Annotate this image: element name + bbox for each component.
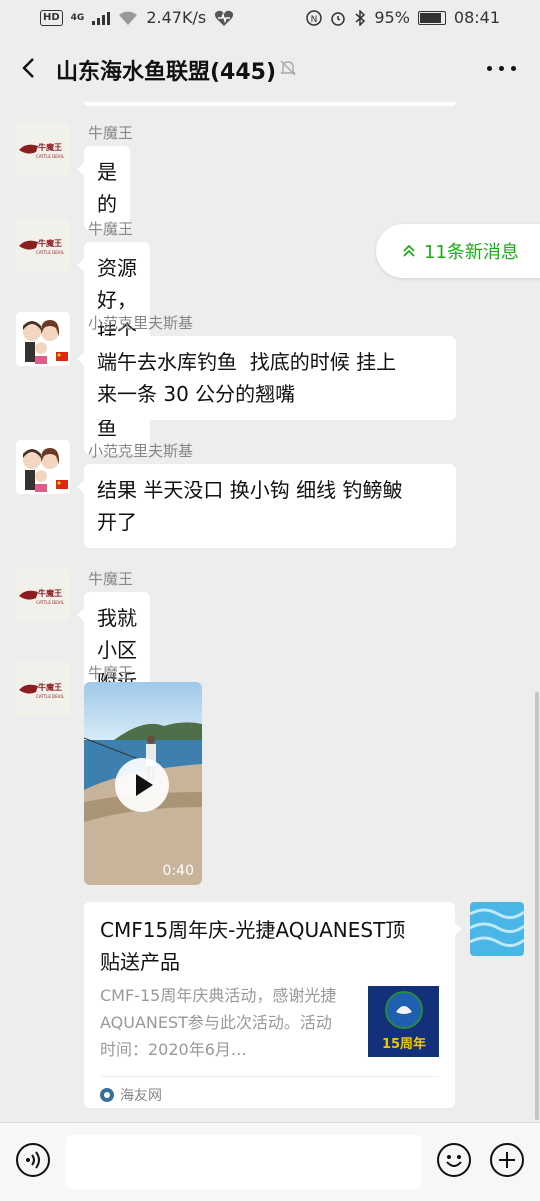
status-bar: HD 4G 2.47K/s N 95% 08:41 — [0, 0, 540, 36]
svg-text:15周年: 15周年 — [382, 1036, 426, 1052]
play-icon[interactable] — [115, 758, 169, 812]
plus-icon[interactable] — [490, 1143, 524, 1177]
link-card-title: CMF15周年庆-光捷AQUANEST顶 贴送产品 — [100, 918, 406, 974]
svg-text:牛魔王: 牛魔王 — [38, 588, 62, 598]
sender-name: 牛魔王 — [88, 664, 134, 682]
cattle-devil-logo: 牛魔王 CATTLE DEVIL — [19, 238, 65, 255]
battery-percent: 95% — [374, 8, 410, 27]
nfc-icon: N — [306, 9, 323, 26]
voice-icon[interactable] — [16, 1143, 50, 1177]
network-speed: 2.47K/s — [146, 8, 207, 27]
sender-name: 牛魔王 — [88, 220, 134, 238]
chat-messages[interactable]: 牛魔王 CATTLE DEVIL 牛魔王 是的 牛魔王 CATTLE DEVIL… — [0, 102, 540, 1120]
plus-sign-icon — [499, 1152, 515, 1168]
svg-text:牛魔王: 牛魔王 — [38, 238, 62, 248]
chat-title: 山东海水鱼联盟(445) — [56, 60, 277, 85]
cattle-devil-logo: 牛魔王 CATTLE DEVIL — [19, 588, 65, 605]
smiley-icon — [446, 1155, 462, 1167]
input-bar — [0, 1122, 540, 1201]
new-messages-button[interactable]: 11条新消息 — [376, 224, 540, 278]
sender-name: 牛魔王 — [88, 570, 134, 588]
svg-text:CATTLE DEVIL: CATTLE DEVIL — [36, 694, 65, 699]
sender-name: 牛魔王 — [88, 124, 134, 142]
message-bubble[interactable]: 结果 半天没口 换小钩 细线 钓鳑鲏 开了 — [77, 464, 456, 548]
network-type: 4G — [70, 12, 85, 23]
avatar[interactable]: 牛魔王 CATTLE DEVIL — [16, 218, 70, 272]
emoji-icon[interactable] — [437, 1143, 471, 1177]
clock: 08:41 — [453, 8, 500, 27]
svg-text:CATTLE DEVIL: CATTLE DEVIL — [36, 250, 65, 255]
avatar[interactable]: 牛魔王 CATTLE DEVIL — [16, 122, 70, 176]
alarm-icon — [331, 11, 346, 26]
bluetooth-icon — [355, 9, 366, 26]
link-card-source: 海友网 — [100, 1076, 439, 1105]
hd-badge: HD — [40, 9, 63, 26]
avatar[interactable]: 牛魔王 CATTLE DEVIL — [16, 568, 70, 622]
health-icon — [215, 10, 234, 26]
more-options-button[interactable] — [487, 66, 516, 71]
couple-cartoon-avatar — [23, 320, 68, 364]
avatar[interactable] — [16, 312, 70, 366]
cattle-devil-logo: 牛魔王 CATTLE DEVIL — [19, 682, 65, 699]
video-message[interactable]: 0:40 — [84, 682, 202, 885]
svg-text:CATTLE DEVIL: CATTLE DEVIL — [36, 154, 65, 159]
svg-text:牛魔王: 牛魔王 — [38, 682, 62, 692]
link-card-description: CMF-15周年庆典活动，感谢光捷AQUANEST参与此次活动。活动时间：202… — [100, 986, 337, 1059]
back-arrow-icon[interactable] — [18, 56, 42, 80]
avatar[interactable] — [16, 440, 70, 494]
video-duration: 0:40 — [162, 863, 194, 879]
message-input[interactable] — [66, 1135, 421, 1189]
cattle-devil-logo: 牛魔王 CATTLE DEVIL — [19, 142, 65, 159]
sender-name: 小范克里夫斯基 — [88, 442, 194, 460]
self-avatar[interactable] — [470, 902, 524, 956]
link-card-thumbnail: 15周年 — [368, 986, 439, 1057]
svg-text:N: N — [311, 15, 318, 25]
sender-name: 小范克里夫斯基 — [88, 314, 194, 332]
link-card[interactable]: CMF15周年庆-光捷AQUANEST顶 贴送产品 CMF-15周年庆典活动，感… — [84, 902, 462, 1108]
scrollbar[interactable] — [535, 692, 539, 1120]
couple-cartoon-avatar — [23, 448, 68, 492]
wifi-icon — [119, 11, 138, 25]
source-logo-icon — [100, 1088, 114, 1102]
message-bubble[interactable]: 端午去水库钓鱼 找底的时候 挂上 来一条 30 公分的翘嘴 — [77, 336, 456, 420]
link-card-source-name: 海友网 — [120, 1088, 162, 1104]
new-messages-label: 11条新消息 — [424, 242, 519, 263]
battery-icon — [417, 10, 446, 25]
avatar[interactable]: 牛魔王 CATTLE DEVIL — [16, 662, 70, 716]
voice-waves-icon — [26, 1151, 40, 1169]
chat-header: 山东海水鱼联盟(445) — [0, 36, 540, 102]
water-ripple-avatar — [470, 902, 524, 956]
signal-icon — [92, 11, 111, 25]
mute-bell-icon — [280, 60, 296, 76]
previous-message-edge — [84, 102, 456, 106]
double-chevron-up-icon — [403, 244, 415, 257]
svg-text:CATTLE DEVIL: CATTLE DEVIL — [36, 600, 65, 605]
svg-text:牛魔王: 牛魔王 — [38, 142, 62, 152]
